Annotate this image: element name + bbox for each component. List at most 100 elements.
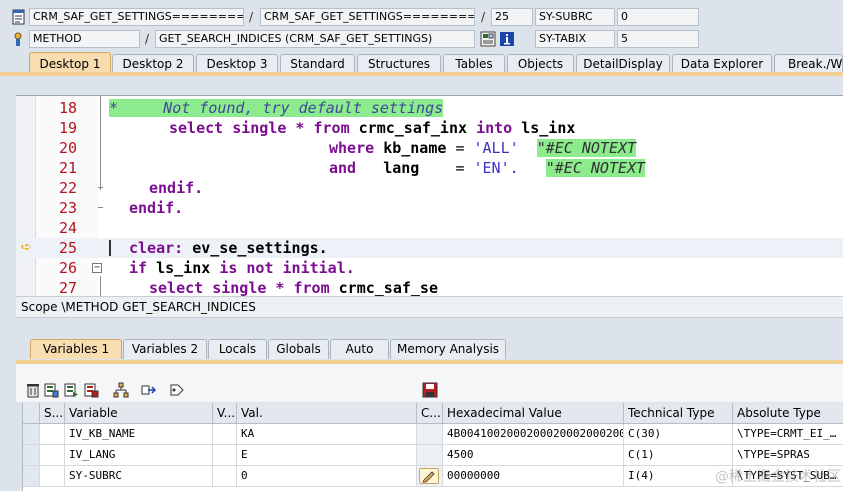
code-text: endif. bbox=[129, 198, 183, 218]
line-number: 19 bbox=[58, 119, 77, 137]
tab-desktop-3[interactable]: Desktop 3 bbox=[196, 54, 278, 74]
code-text: clear: ev_se_settings. bbox=[129, 238, 328, 258]
table-cell-v bbox=[213, 424, 237, 445]
tab-desktop-2[interactable]: Desktop 2 bbox=[112, 54, 194, 74]
identifier: ls_inx bbox=[156, 259, 211, 277]
string-literal: 'EN'. bbox=[473, 159, 519, 177]
identifier: crmc_saf_inx bbox=[358, 119, 468, 137]
table-cell-hex: 4500 bbox=[443, 445, 624, 466]
keyword: if bbox=[129, 259, 148, 277]
table-cell-change[interactable] bbox=[417, 424, 443, 445]
keyword: select single * from bbox=[149, 279, 330, 296]
tab-breakpoints-watchpoints[interactable]: Break./Wa bbox=[774, 54, 843, 74]
sysvar-value-field[interactable]: 0 bbox=[617, 8, 699, 26]
tab-desktop-1[interactable]: Desktop 1 bbox=[29, 52, 111, 74]
column-header-value[interactable]: Val. bbox=[237, 403, 417, 424]
table-cell-value[interactable]: E bbox=[237, 445, 417, 466]
tab-variables-2[interactable]: Variables 2 bbox=[123, 339, 207, 359]
code-line-current: ➪ 25 clear: ev_se_settings. bbox=[16, 238, 843, 258]
program-field[interactable]: CRM_SAF_GET_SETTINGS=========… bbox=[29, 8, 244, 26]
tab-detail-display[interactable]: DetailDisplay bbox=[576, 54, 670, 74]
tab-variables-1[interactable]: Variables 1 bbox=[30, 339, 122, 359]
column-header-v[interactable]: V... bbox=[213, 403, 237, 424]
row-selector[interactable] bbox=[23, 424, 40, 445]
program-icon bbox=[12, 9, 25, 25]
line-number-field[interactable]: 25 bbox=[491, 8, 533, 26]
pencil-edit-icon[interactable] bbox=[419, 468, 439, 484]
table-cell-variable[interactable]: SY-SUBRC bbox=[65, 466, 213, 487]
tab-structures[interactable]: Structures bbox=[357, 54, 441, 74]
keyword: select single * from bbox=[169, 119, 350, 137]
identifier: crmc_saf_se bbox=[338, 279, 438, 296]
comment: * Not found, try default settings bbox=[109, 99, 444, 117]
table-cell-value[interactable]: 0 bbox=[237, 466, 417, 487]
table-cell-change[interactable] bbox=[417, 445, 443, 466]
column-header-absolute-type[interactable]: Absolute Type bbox=[733, 403, 843, 424]
tab-underline bbox=[0, 72, 843, 76]
table-cell-absolute-type[interactable]: \TYPE=SPRAS bbox=[733, 445, 843, 466]
tab-memory-analysis[interactable]: Memory Analysis bbox=[390, 339, 506, 359]
source-code-editor[interactable]: 18 * Not found, try default settings 19 … bbox=[16, 95, 843, 296]
hierarchy-icon[interactable] bbox=[113, 382, 129, 398]
variables-toolbar bbox=[16, 364, 843, 402]
row-selector[interactable] bbox=[23, 466, 40, 487]
tag-icon[interactable] bbox=[169, 382, 185, 398]
code-text: select single * from crmc_saf_se bbox=[149, 278, 438, 296]
sysvar-value-field[interactable]: 5 bbox=[617, 30, 699, 48]
display-source-icon[interactable] bbox=[480, 31, 496, 47]
tab-globals[interactable]: Globals bbox=[268, 339, 329, 359]
scope-bar: Scope \METHOD GET_SEARCH_INDICES bbox=[16, 296, 843, 318]
row-selector[interactable] bbox=[23, 445, 40, 466]
column-header-hex[interactable]: Hexadecimal Value bbox=[443, 403, 624, 424]
table-cell-technical-type: C(30) bbox=[624, 424, 733, 445]
tab-auto[interactable]: Auto bbox=[330, 339, 389, 359]
tab-data-explorer[interactable]: Data Explorer bbox=[672, 54, 772, 74]
tab-standard[interactable]: Standard bbox=[280, 54, 355, 74]
column-header-status[interactable]: S... bbox=[40, 403, 65, 424]
code-line: 19 select single * from crmc_saf_inx int… bbox=[16, 118, 843, 138]
text-caret bbox=[109, 240, 111, 256]
save-variables-icon[interactable] bbox=[83, 382, 99, 398]
line-number: 18 bbox=[58, 99, 77, 117]
keyword: into bbox=[476, 119, 513, 137]
column-header-select[interactable] bbox=[23, 403, 40, 424]
sysvar-name-field[interactable]: SY-TABIX bbox=[535, 30, 615, 48]
separator: / bbox=[481, 10, 486, 24]
code-text: * Not found, try default settings bbox=[109, 98, 444, 118]
identifier: ev_se_settings. bbox=[192, 239, 328, 257]
table-cell-technical-type: C(1) bbox=[624, 445, 733, 466]
tab-objects[interactable]: Objects bbox=[507, 54, 574, 74]
watermark: @稀土掘金技术社区 bbox=[715, 469, 841, 485]
table-cell-variable[interactable]: IV_KB_NAME bbox=[65, 424, 213, 445]
column-header-variable[interactable]: Variable bbox=[65, 403, 213, 424]
line-number: 24 bbox=[58, 219, 77, 237]
table-cell-variable[interactable]: IV_LANG bbox=[65, 445, 213, 466]
copy-variables-icon[interactable] bbox=[43, 382, 59, 398]
navigate-icon[interactable] bbox=[141, 382, 157, 398]
sysvar-name-field[interactable]: SY-SUBRC bbox=[535, 8, 615, 26]
table-cell-absolute-type[interactable]: \TYPE=CRMT_EI_… bbox=[733, 424, 843, 445]
desktop-tabbar: Desktop 1 Desktop 2 Desktop 3 Standard S… bbox=[0, 50, 843, 74]
tab-tables[interactable]: Tables bbox=[443, 54, 505, 74]
identifier: ls_inx bbox=[521, 119, 576, 137]
load-variables-icon[interactable] bbox=[63, 382, 79, 398]
header-row-program: CRM_SAF_GET_SETTINGS=========… / CRM_SAF… bbox=[0, 6, 843, 28]
delete-icon[interactable] bbox=[25, 382, 41, 398]
code-line: 22 endif. bbox=[16, 178, 843, 198]
column-header-technical-type[interactable]: Technical Type bbox=[624, 403, 733, 424]
fold-collapse-icon[interactable]: − bbox=[92, 263, 102, 273]
pencil-icon bbox=[422, 471, 435, 483]
keyword: is not initial. bbox=[219, 259, 355, 277]
include-field[interactable]: CRM_SAF_GET_SETTINGS=========… bbox=[260, 8, 475, 26]
tab-locals[interactable]: Locals bbox=[208, 339, 267, 359]
event-name-field[interactable]: GET_SEARCH_INDICES (CRM_SAF_GET_SETTINGS… bbox=[155, 30, 475, 48]
info-icon[interactable] bbox=[499, 31, 515, 47]
table-cell-change[interactable] bbox=[417, 466, 443, 487]
method-icon bbox=[14, 32, 22, 46]
event-type-field[interactable]: METHOD bbox=[29, 30, 140, 48]
code-line: 27 select single * from crmc_saf_se bbox=[16, 278, 843, 296]
table-cell-value[interactable]: KA bbox=[237, 424, 417, 445]
save-icon[interactable] bbox=[422, 382, 438, 398]
code-text: select single * from crmc_saf_inx into l… bbox=[169, 118, 575, 138]
column-header-change[interactable]: C... bbox=[417, 403, 443, 424]
